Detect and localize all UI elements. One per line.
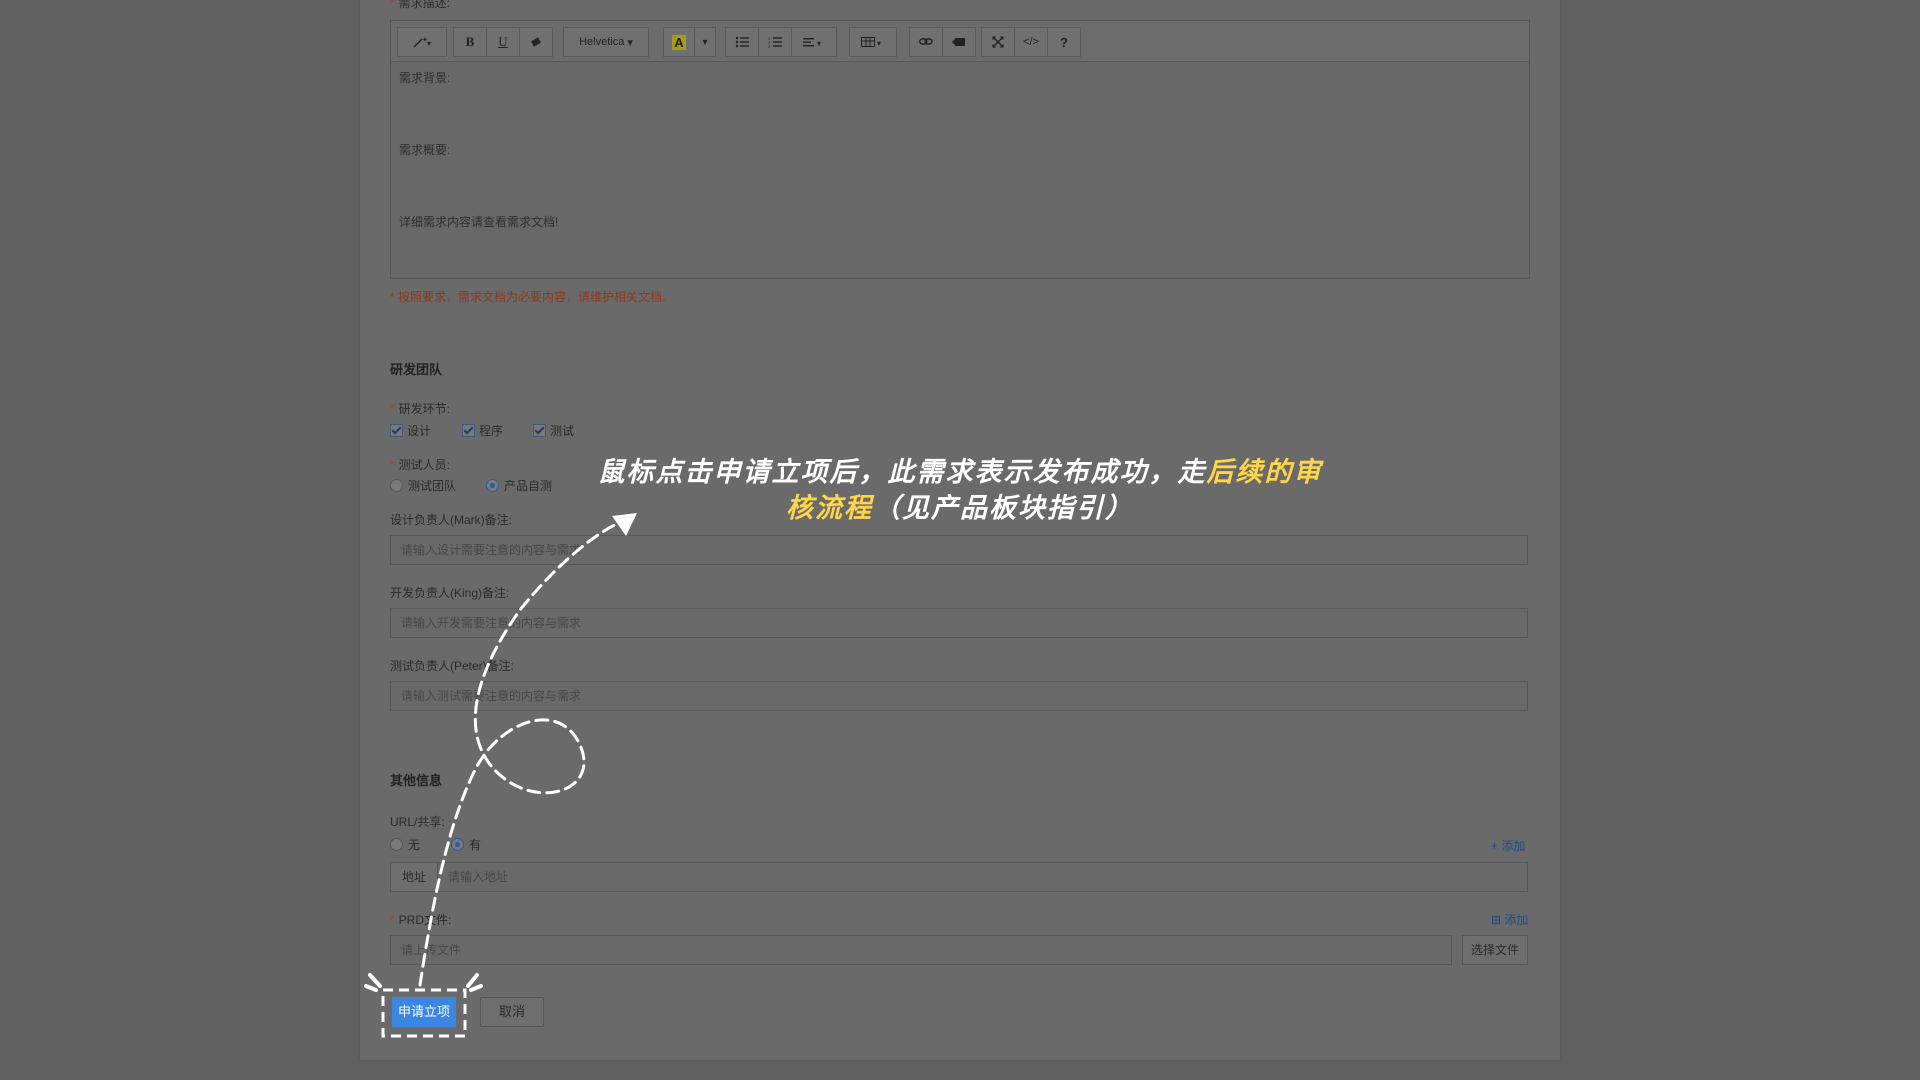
list-group: 123 ▾ bbox=[725, 27, 837, 57]
align-icon: ▾ bbox=[803, 38, 821, 48]
url-none-radio[interactable]: 无 bbox=[390, 836, 420, 853]
test-note-input[interactable]: 请输入测试需要注意的内容与需求 bbox=[390, 681, 1528, 711]
design-note-input[interactable]: 请输入设计需要注意的内容与需求 bbox=[390, 535, 1528, 565]
url-add-link[interactable]: + 添加 bbox=[1491, 837, 1525, 854]
video-icon bbox=[952, 38, 965, 46]
video-button[interactable] bbox=[943, 28, 975, 56]
help-icon: ? bbox=[1060, 34, 1068, 50]
stage-test-checkbox[interactable]: 测试 bbox=[533, 422, 574, 439]
table-button[interactable]: ▾ bbox=[850, 28, 896, 56]
rich-text-editor[interactable]: ✦ ▾ B U Helvetica ▾ A ▾ 123 ▾ ▾ </> ? 需求… bbox=[390, 20, 1530, 279]
magic-wand-icon: ✦ ▾ bbox=[413, 36, 431, 48]
team-section-title: 研发团队 bbox=[390, 362, 443, 377]
address-input[interactable]: 请输入地址 bbox=[437, 862, 1528, 892]
editor-toolbar: ✦ ▾ B U Helvetica ▾ A ▾ 123 ▾ ▾ </> ? bbox=[391, 21, 1529, 62]
style-group: ✦ ▾ bbox=[397, 27, 447, 57]
insert-group bbox=[909, 27, 976, 57]
description-label: * 需求描述: bbox=[390, 0, 451, 10]
annotation-highlight-2: 核流程 bbox=[786, 493, 873, 524]
table-icon: ▾ bbox=[861, 37, 881, 48]
test-note-label: 测试负责人(Peter)备注: bbox=[390, 659, 515, 673]
annotation-line2: （见产品板块指引） bbox=[873, 493, 1134, 524]
editor-line-summary: 需求概要: bbox=[399, 143, 451, 157]
color-dropdown[interactable]: ▾ bbox=[695, 28, 715, 56]
radio-icon bbox=[390, 838, 403, 851]
bold-button[interactable]: B bbox=[454, 28, 487, 56]
url-yes-radio[interactable]: 有 bbox=[451, 836, 481, 853]
stage-dev-checkbox[interactable]: 程序 bbox=[462, 422, 503, 439]
color-group: A ▾ bbox=[663, 27, 716, 57]
svg-text:▾: ▾ bbox=[877, 39, 881, 48]
format-group: B U bbox=[453, 27, 553, 57]
annotation-line1: 鼠标点击申请立项后，此需求表示发布成功，走 bbox=[597, 457, 1207, 488]
help-button[interactable]: ? bbox=[1048, 28, 1080, 56]
address-addon: 地址 bbox=[390, 862, 438, 892]
editor-line-detail: 详细需求内容请查看需求文档! bbox=[399, 215, 559, 229]
tester-team-radio[interactable]: 测试团队 bbox=[390, 477, 456, 494]
stage-label: * 研发环节: bbox=[390, 402, 451, 416]
tester-label: * 测试人员: bbox=[390, 458, 451, 472]
stage-design-checkbox[interactable]: 设计 bbox=[390, 422, 431, 439]
eraser-button[interactable] bbox=[520, 28, 552, 56]
ordered-list-button[interactable]: 123 bbox=[759, 28, 792, 56]
eraser-icon bbox=[531, 37, 541, 47]
color-caret-icon: ▾ bbox=[702, 36, 708, 48]
font-select[interactable]: Helvetica ▾ bbox=[564, 28, 648, 56]
font-group: Helvetica ▾ bbox=[563, 27, 649, 57]
underline-label: U bbox=[498, 34, 508, 49]
magic-wand-button[interactable]: ✦ ▾ bbox=[398, 28, 446, 56]
underline-button[interactable]: U bbox=[487, 28, 520, 56]
apply-project-button[interactable]: 申请立项 bbox=[392, 997, 456, 1027]
url-label: URL/共享: bbox=[390, 815, 445, 829]
prd-label: * PRD文件: bbox=[390, 913, 452, 927]
dev-note-input[interactable]: 请输入开发需要注意的内容与需求 bbox=[390, 608, 1528, 638]
dev-note-label: 开发负责人(King)备注: bbox=[390, 586, 510, 600]
svg-text:3: 3 bbox=[768, 44, 771, 48]
bold-label: B bbox=[465, 34, 475, 49]
color-button[interactable]: A bbox=[664, 28, 695, 56]
fullscreen-button[interactable] bbox=[982, 28, 1015, 56]
link-icon bbox=[919, 38, 933, 45]
view-group: </> ? bbox=[981, 27, 1081, 57]
font-name: Helvetica bbox=[579, 36, 625, 48]
design-note-label: 设计负责人(Mark)备注: bbox=[390, 513, 512, 527]
svg-text:▾: ▾ bbox=[427, 39, 431, 48]
checkbox-checked-icon bbox=[533, 424, 546, 437]
prd-add-link[interactable]: ⊞ 添加 bbox=[1491, 911, 1528, 928]
document-hint: * 按照要求，需求文档为必要内容，请维护相关文档。 bbox=[390, 290, 675, 304]
ordered-list-icon: 123 bbox=[768, 36, 782, 48]
grid-add-icon: ⊞ bbox=[1491, 913, 1502, 927]
radio-icon bbox=[390, 479, 403, 492]
choose-file-button[interactable]: 选择文件 bbox=[1462, 935, 1528, 965]
svg-text:▾: ▾ bbox=[817, 39, 821, 48]
link-button[interactable] bbox=[910, 28, 943, 56]
code-view-button[interactable]: </> bbox=[1015, 28, 1048, 56]
text-color-icon: A bbox=[672, 34, 686, 50]
font-caret-icon: ▾ bbox=[627, 36, 633, 49]
annotation-highlight-1: 后续的审 bbox=[1206, 457, 1323, 488]
unordered-list-icon bbox=[735, 36, 749, 48]
cancel-button[interactable]: 取消 bbox=[480, 997, 544, 1027]
radio-selected-icon bbox=[486, 479, 499, 492]
code-icon: </> bbox=[1023, 36, 1039, 48]
table-group: ▾ bbox=[849, 27, 897, 57]
other-section-title: 其他信息 bbox=[390, 773, 443, 788]
prd-file-input[interactable]: 请上传文件 bbox=[390, 935, 1452, 965]
fullscreen-icon bbox=[992, 36, 1004, 48]
editor-line-background: 需求背景: bbox=[399, 71, 451, 85]
radio-selected-icon bbox=[451, 838, 464, 851]
unordered-list-button[interactable] bbox=[726, 28, 759, 56]
align-button[interactable]: ▾ bbox=[792, 28, 836, 56]
checkbox-checked-icon bbox=[390, 424, 403, 437]
tutorial-annotation: 鼠标点击申请立项后，此需求表示发布成功，走后续的审 核流程（见产品板块指引） bbox=[580, 455, 1340, 527]
tester-self-radio[interactable]: 产品自测 bbox=[486, 477, 552, 494]
checkbox-checked-icon bbox=[462, 424, 475, 437]
